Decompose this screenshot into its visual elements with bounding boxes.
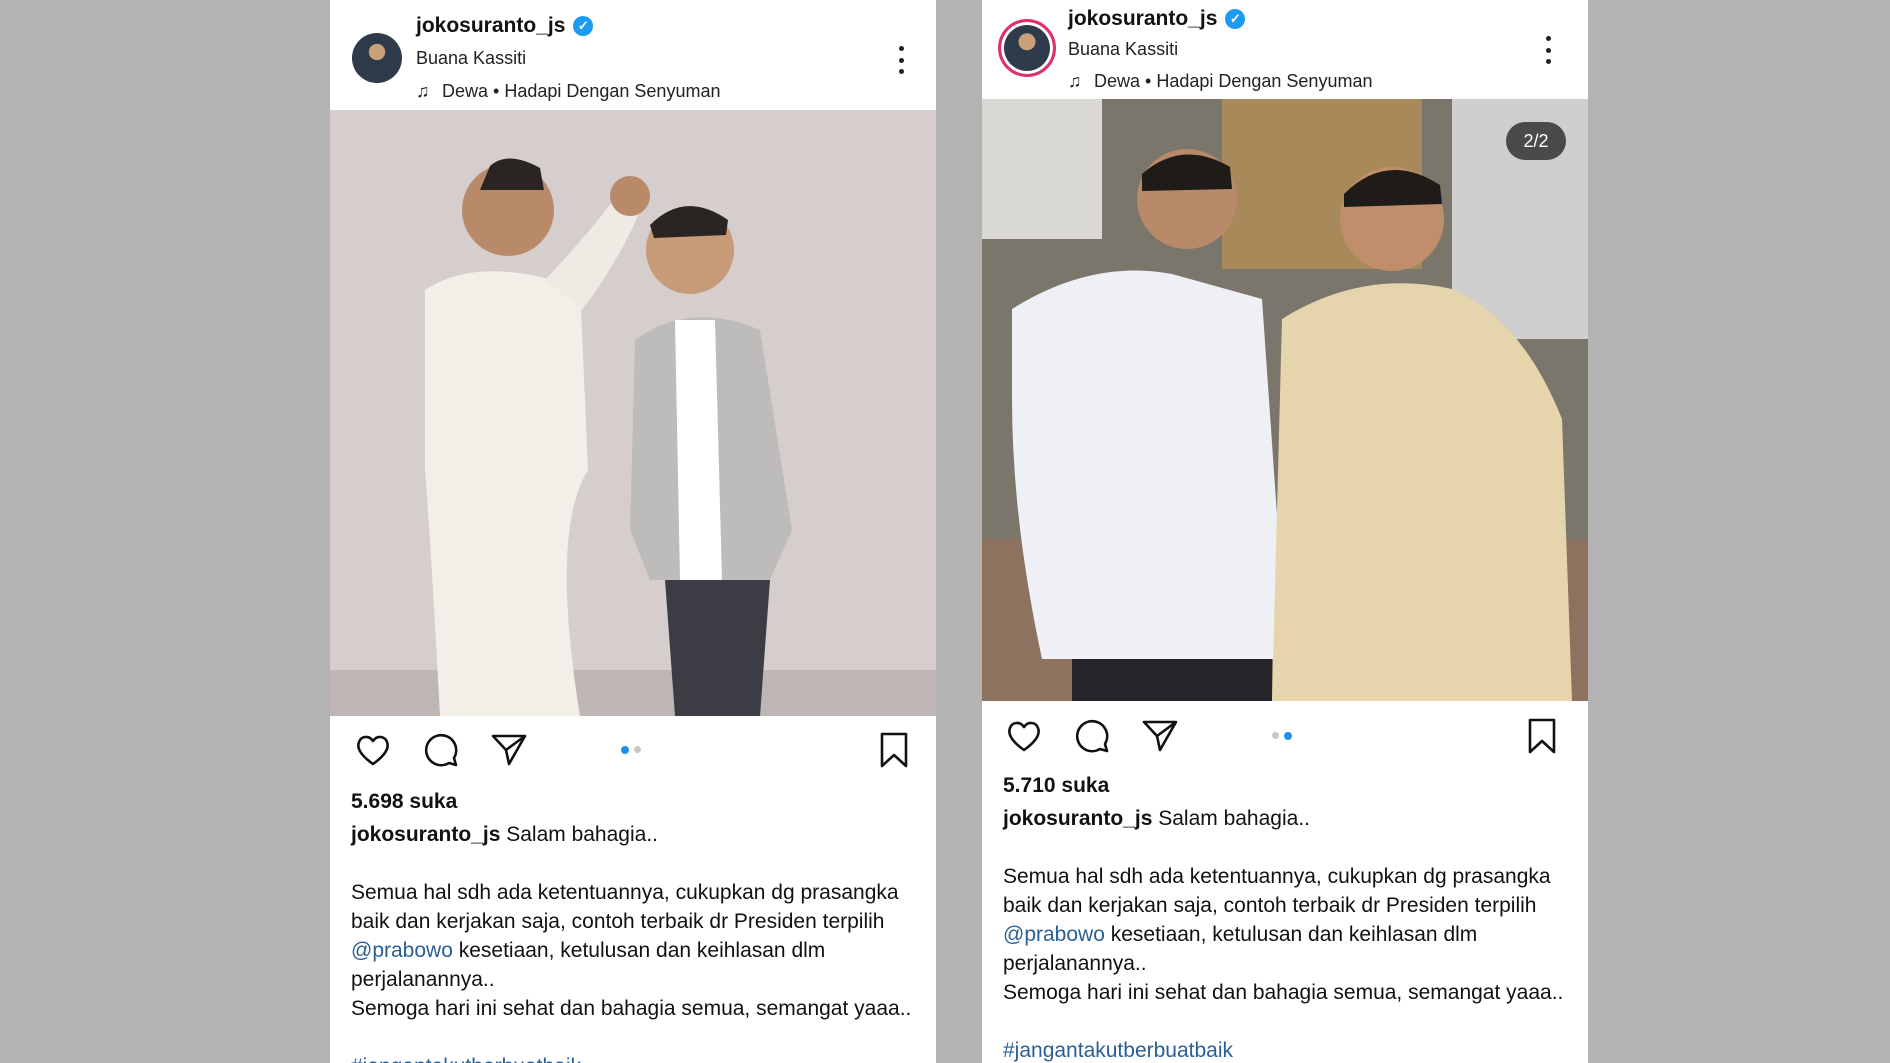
location-link[interactable]: Buana Kassiti bbox=[1068, 39, 1178, 60]
username[interactable]: jokosuranto_js bbox=[1068, 7, 1217, 30]
username-row[interactable]: jokosuranto_js ✓ bbox=[416, 14, 594, 38]
location-link[interactable]: Buana Kassiti bbox=[416, 48, 526, 69]
photo-illustration bbox=[330, 110, 936, 716]
verified-badge-icon: ✓ bbox=[573, 16, 594, 36]
carousel-counter: 2/2 bbox=[1506, 122, 1566, 160]
music-note-icon: ♫ bbox=[416, 81, 430, 101]
post-actions bbox=[330, 722, 936, 782]
post-photo[interactable] bbox=[330, 110, 936, 716]
instagram-post-1: jokosuranto_js ✓ Buana Kassiti ♫ Dewa • H… bbox=[330, 0, 936, 1063]
more-options-icon[interactable] bbox=[896, 46, 906, 74]
music-link[interactable]: ♫ Dewa • Hadapi Dengan Senyuman bbox=[416, 81, 720, 102]
instagram-post-2: jokosuranto_js ✓ Buana Kassiti ♫ Dewa • H… bbox=[982, 0, 1588, 1063]
caption-body-1: Semua hal sdh ada ketentuannya, cukupkan… bbox=[351, 881, 899, 933]
caption-first-line: Salam bahagia.. bbox=[1158, 807, 1310, 830]
send-icon[interactable] bbox=[489, 730, 529, 770]
post-header: jokosuranto_js ✓ Buana Kassiti ♫ Dewa • H… bbox=[982, 0, 1588, 110]
mention-link[interactable]: @prabowo bbox=[1003, 923, 1105, 946]
caption: jokosuranto_js Salam bahagia.. Semua hal… bbox=[1003, 804, 1573, 1063]
music-link[interactable]: ♫ Dewa • Hadapi Dengan Senyuman bbox=[1068, 71, 1372, 92]
caption-username[interactable]: jokosuranto_js bbox=[351, 823, 500, 846]
heart-icon[interactable] bbox=[353, 730, 393, 770]
caption-body-3: Semoga hari ini sehat dan bahagia semua,… bbox=[1003, 981, 1564, 1004]
verified-badge-icon: ✓ bbox=[1225, 9, 1246, 29]
comment-icon[interactable] bbox=[1072, 716, 1112, 756]
music-note-icon: ♫ bbox=[1068, 71, 1082, 91]
username-row[interactable]: jokosuranto_js ✓ bbox=[1068, 7, 1246, 31]
mention-link[interactable]: @prabowo bbox=[351, 939, 453, 962]
post-photo[interactable]: 2/2 bbox=[982, 99, 1588, 701]
likes-count[interactable]: 5.698 suka bbox=[351, 790, 457, 814]
avatar-with-story-ring[interactable] bbox=[998, 19, 1056, 77]
carousel-indicator bbox=[1272, 732, 1292, 740]
caption-username[interactable]: jokosuranto_js bbox=[1003, 807, 1152, 830]
avatar[interactable] bbox=[352, 33, 402, 83]
caption-body-3: Semoga hari ini sehat dan bahagia semua,… bbox=[351, 997, 912, 1020]
music-title: Dewa • Hadapi Dengan Senyuman bbox=[442, 81, 721, 101]
hashtag-link[interactable]: #jangantakutberbuatbaik bbox=[1003, 1036, 1573, 1063]
carousel-indicator bbox=[621, 746, 641, 754]
comment-icon[interactable] bbox=[421, 730, 461, 770]
post-actions bbox=[982, 708, 1588, 768]
heart-icon[interactable] bbox=[1004, 716, 1044, 756]
post-header: jokosuranto_js ✓ Buana Kassiti ♫ Dewa • H… bbox=[330, 0, 936, 110]
more-options-icon[interactable] bbox=[1543, 36, 1553, 64]
music-title: Dewa • Hadapi Dengan Senyuman bbox=[1094, 71, 1373, 91]
caption-first-line: Salam bahagia.. bbox=[506, 823, 658, 846]
caption: jokosuranto_js Salam bahagia.. Semua hal… bbox=[351, 820, 921, 1063]
send-icon[interactable] bbox=[1140, 716, 1180, 756]
photo-illustration bbox=[982, 99, 1588, 701]
caption-body-1: Semua hal sdh ada ketentuannya, cukupkan… bbox=[1003, 865, 1551, 917]
likes-count[interactable]: 5.710 suka bbox=[1003, 774, 1109, 798]
hashtag-link[interactable]: #jangantakutberbuatbaik bbox=[351, 1052, 921, 1063]
username[interactable]: jokosuranto_js bbox=[416, 14, 565, 37]
bookmark-icon[interactable] bbox=[1522, 716, 1562, 756]
bookmark-icon[interactable] bbox=[874, 730, 914, 770]
